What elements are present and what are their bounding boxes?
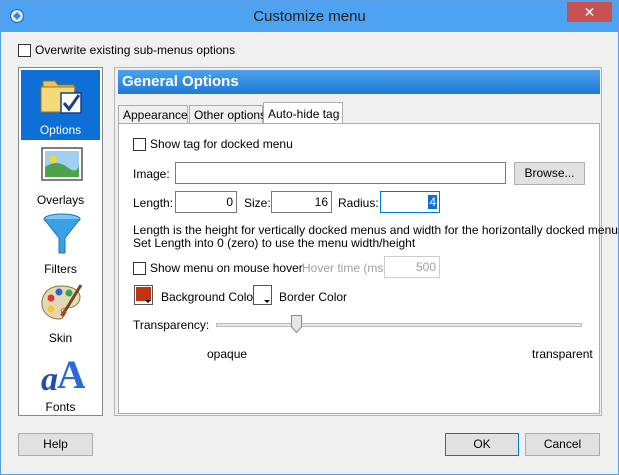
opaque-label: opaque [207, 347, 248, 361]
help-text-line1: Length is the height for vertically dock… [133, 223, 619, 237]
border-color-picker[interactable] [253, 285, 272, 305]
tab-other-options[interactable]: Other options [189, 105, 266, 124]
hover-label: Show menu on mouse hover [150, 261, 303, 275]
show-tag-row[interactable]: Show tag for docked menu [133, 137, 293, 151]
radius-label: Radius: [338, 196, 379, 210]
funnel-icon [43, 213, 81, 254]
sidebar-item-skin[interactable]: Skin [21, 278, 100, 348]
sidebar-item-filters[interactable]: Filters [21, 209, 100, 279]
length-label: Length: [133, 196, 174, 210]
overwrite-label: Overwrite existing sub-menus options [35, 43, 236, 57]
general-options-panel: General Options Appearance Other options… [114, 67, 619, 416]
show-tag-checkbox[interactable] [133, 137, 146, 151]
ok-button[interactable]: OK [445, 433, 519, 456]
border-color-label: Border Color [279, 290, 348, 304]
cancel-button[interactable]: Cancel [525, 433, 600, 456]
panel-title: General Options [118, 70, 600, 94]
sidebar-item-fonts[interactable]: a A Fonts [21, 347, 100, 417]
transparency-label: Transparency: [133, 318, 210, 332]
font-icon: a A [41, 352, 85, 394]
close-button[interactable]: ✕ [567, 2, 612, 22]
folder-check-icon [40, 80, 82, 114]
customize-menu-window: Customize menu ✕ Overwrite existing sub-… [0, 0, 619, 475]
image-path-input[interactable] [175, 162, 506, 184]
auto-hide-tag-page: Show tag for docked menu Image: Browse..… [118, 123, 619, 414]
sidebar-label: Fonts [45, 400, 76, 414]
background-color-fill [136, 287, 151, 301]
sidebar-item-overlays[interactable]: Overlays [21, 140, 100, 210]
palette-icon [41, 284, 83, 320]
hover-row[interactable]: Show menu on mouse hover [133, 261, 303, 275]
size-input[interactable]: 16 [271, 191, 332, 213]
tab-appearance[interactable]: Appearance [118, 105, 188, 124]
hover-time-input[interactable]: 500 [384, 256, 440, 278]
length-input[interactable]: 0 [175, 191, 237, 213]
background-color-label: Background Color [161, 290, 258, 304]
background-color-picker[interactable] [134, 285, 153, 305]
hover-checkbox[interactable] [133, 261, 146, 275]
svg-text:a: a [41, 361, 58, 394]
dropdown-arrow-icon [145, 300, 151, 303]
help-text-line2: Set Length into 0 (zero) to use the menu… [133, 236, 416, 250]
show-tag-label: Show tag for docked menu [150, 137, 293, 151]
title-bar[interactable]: Customize menu ✕ [1, 1, 618, 32]
sidebar-label: Skin [48, 331, 73, 345]
hover-time-label: Hover time (ms): [302, 261, 391, 275]
tab-auto-hide-tag[interactable]: Auto-hide tag [263, 102, 343, 125]
browse-button[interactable]: Browse... [514, 162, 585, 185]
transparent-label: transparent [532, 347, 593, 361]
transparency-slider-track[interactable] [216, 323, 582, 327]
radius-value: 4 [428, 195, 437, 209]
sidebar-item-options[interactable]: Options [21, 70, 100, 140]
size-label: Size: [244, 196, 271, 210]
overwrite-checkbox[interactable] [18, 43, 31, 57]
overwrite-checkbox-row[interactable]: Overwrite existing sub-menus options [18, 43, 235, 57]
sidebar-label: Overlays [36, 193, 85, 207]
picture-icon [41, 147, 83, 181]
window-title: Customize menu [253, 8, 366, 25]
border-color-fill [255, 287, 270, 301]
category-sidebar: Options Overlays Filters Skin a A Fonts [18, 67, 103, 416]
transparency-slider-thumb[interactable] [291, 315, 303, 333]
sidebar-label: Filters [44, 262, 77, 276]
sidebar-label: Options [39, 123, 82, 137]
help-button[interactable]: Help [18, 433, 93, 456]
image-label: Image: [133, 167, 170, 181]
dropdown-arrow-icon [264, 300, 270, 303]
svg-text:A: A [57, 352, 85, 394]
radius-input[interactable]: 4 [380, 191, 440, 213]
